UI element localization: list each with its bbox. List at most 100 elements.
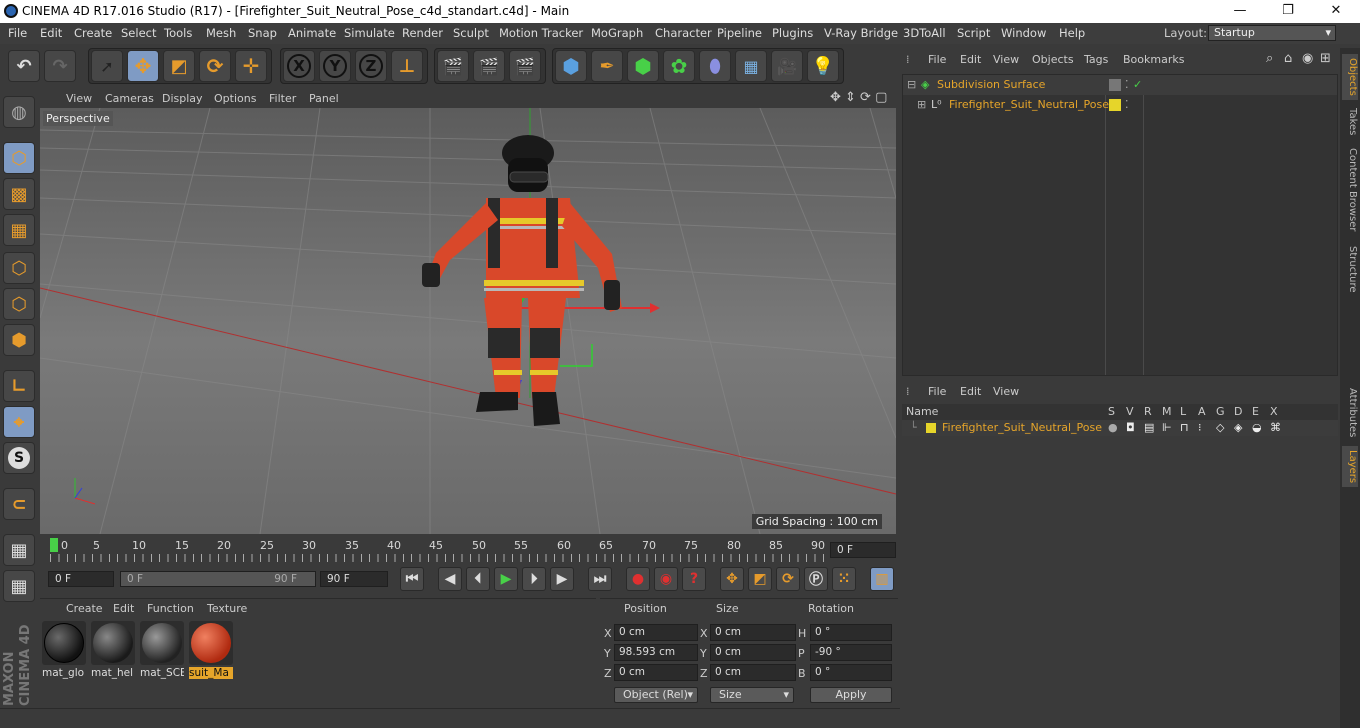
scale-tool-button[interactable]: ◩	[163, 50, 195, 82]
menu-simulate[interactable]: Simulate	[344, 26, 395, 40]
subdivision-surface-button[interactable]: ⬢	[627, 50, 659, 82]
end-frame-field[interactable]: 90 F	[320, 571, 388, 587]
previous-key-button[interactable]: ◀	[438, 567, 462, 591]
undo-button[interactable]: ↶	[8, 50, 40, 82]
material-swatch[interactable]	[42, 621, 86, 665]
tab-objects[interactable]: Objects	[1342, 54, 1358, 100]
layer-color-icon[interactable]	[1109, 99, 1121, 111]
tweak-mode-button[interactable]: ⌖	[3, 406, 35, 438]
texture-mode-button[interactable]: ▩	[3, 178, 35, 210]
xref-icon[interactable]: ⌘	[1270, 420, 1281, 436]
new-panel-icon[interactable]: ⊞	[1320, 51, 1331, 66]
viewport-menu-filter[interactable]: Filter	[269, 92, 296, 105]
make-editable-button[interactable]: ◍	[3, 96, 35, 128]
polygons-mode-button[interactable]: ⬢	[3, 324, 35, 356]
menu-3dtoall[interactable]: 3DToAll	[903, 26, 946, 40]
menu-plugins[interactable]: Plugins	[772, 26, 813, 40]
record-rotation-button[interactable]: ⟳	[776, 567, 800, 591]
layers-menu-edit[interactable]: Edit	[960, 385, 981, 398]
material-menu-texture[interactable]: Texture	[207, 602, 247, 615]
cube-object-button[interactable]: ⬢	[555, 50, 587, 82]
menu-mograph[interactable]: MoGraph	[591, 26, 643, 40]
camera-label[interactable]: Perspective	[43, 111, 113, 126]
layer-color-icon[interactable]	[1109, 79, 1121, 91]
menu-script[interactable]: Script	[957, 26, 990, 40]
deformer-button[interactable]: ⬮	[699, 50, 731, 82]
solo-button[interactable]: S	[3, 442, 35, 474]
menu-character[interactable]: Character	[655, 26, 712, 40]
menu-pipeline[interactable]: Pipeline	[717, 26, 762, 40]
object-name[interactable]: Subdivision Surface	[937, 75, 1045, 95]
viewport-menu-panel[interactable]: Panel	[309, 92, 339, 105]
menu-mesh[interactable]: Mesh	[206, 26, 236, 40]
menu-tools[interactable]: Tools	[164, 26, 192, 40]
timeline-window-button[interactable]: ▥	[870, 567, 894, 591]
snap-button[interactable]: ⊂	[3, 488, 35, 520]
rotation-p-field[interactable]: -90 °	[810, 644, 892, 661]
object-row-subdivision-surface[interactable]: ⊟ ◈ Subdivision Surface ⁚ ✓	[903, 75, 1337, 95]
solo-dot-icon[interactable]: ●	[1108, 420, 1118, 436]
objects-menu-bookmarks[interactable]: Bookmarks	[1123, 53, 1184, 66]
objects-menu-tags[interactable]: Tags	[1084, 53, 1108, 66]
position-z-field[interactable]: 0 cm	[614, 664, 698, 681]
search-icon[interactable]: ⌕	[1266, 51, 1273, 66]
menu-vray-bridge[interactable]: V-Ray Bridge	[824, 26, 898, 40]
restore-button[interactable]: ❐	[1268, 1, 1308, 21]
minimize-button[interactable]: —	[1220, 1, 1260, 21]
material-menu-function[interactable]: Function	[147, 602, 194, 615]
objects-menu-objects[interactable]: Objects	[1032, 53, 1074, 66]
record-position-button[interactable]: ✥	[720, 567, 744, 591]
position-y-field[interactable]: 98.593 cm	[614, 644, 698, 661]
menu-window[interactable]: Window	[1001, 26, 1046, 40]
keyframe-selection-button[interactable]: ?	[682, 567, 706, 591]
frame-range-slider[interactable]: 0 F 90 F	[120, 571, 316, 587]
size-y-field[interactable]: 0 cm	[710, 644, 796, 661]
x-axis-lock-button[interactable]: X	[283, 50, 315, 82]
previous-frame-button[interactable]: ⏴	[466, 567, 490, 591]
object-name[interactable]: Firefighter_Suit_Neutral_Pose	[949, 95, 1109, 115]
edges-mode-button[interactable]: ⬡	[3, 288, 35, 320]
model-mode-button[interactable]: ⬡	[3, 142, 35, 174]
visibility-dots-icon[interactable]: ⁚	[1125, 75, 1129, 95]
manager-icon[interactable]: ⊩	[1162, 420, 1172, 436]
start-frame-field[interactable]: 0 F	[48, 571, 114, 587]
next-frame-button[interactable]: ⏵	[522, 567, 546, 591]
light-object-button[interactable]: 💡	[807, 50, 839, 82]
record-pla-button[interactable]: ⁙	[832, 567, 856, 591]
next-key-button[interactable]: ▶	[550, 567, 574, 591]
generator-icon[interactable]: ◇	[1216, 420, 1224, 436]
material-swatch[interactable]	[91, 621, 135, 665]
menu-snap[interactable]: Snap	[248, 26, 277, 40]
expression-icon[interactable]: ◒	[1252, 420, 1262, 436]
render-picture-viewer-button[interactable]: 🎬	[473, 50, 505, 82]
record-scale-button[interactable]: ◩	[748, 567, 772, 591]
apply-button[interactable]: Apply	[810, 687, 892, 703]
workplane-mode-button[interactable]: ▦	[3, 214, 35, 246]
tab-structure[interactable]: Structure	[1342, 246, 1358, 293]
menu-create[interactable]: Create	[74, 26, 112, 40]
go-to-start-button[interactable]: ⏮	[400, 567, 424, 591]
close-button[interactable]: ✕	[1316, 1, 1356, 21]
layer-name[interactable]: Firefighter_Suit_Neutral_Pose	[942, 420, 1102, 436]
viewport-menu-cameras[interactable]: Cameras	[105, 92, 154, 105]
tree-collapse-icon[interactable]: ⊟	[907, 75, 916, 95]
autokeying-button[interactable]: ◉	[654, 567, 678, 591]
viewport-menu-display[interactable]: Display	[162, 92, 203, 105]
tab-content-browser[interactable]: Content Browser	[1342, 148, 1358, 231]
layer-row[interactable]: └ Firefighter_Suit_Neutral_Pose ● ◘ ▤ ⊩ …	[902, 420, 1338, 436]
rotation-h-field[interactable]: 0 °	[810, 624, 892, 641]
viewport-menu-options[interactable]: Options	[214, 92, 256, 105]
coordinate-system-button[interactable]: ⊥	[391, 50, 423, 82]
menu-edit[interactable]: Edit	[40, 26, 62, 40]
eye-icon[interactable]: ◉	[1302, 51, 1313, 66]
tab-takes[interactable]: Takes	[1342, 108, 1358, 135]
objects-menu-view[interactable]: View	[993, 53, 1019, 66]
move-tool-button[interactable]: ✥	[127, 50, 159, 82]
enable-axis-button[interactable]: ∟	[3, 370, 35, 402]
animation-icon[interactable]: ⁝	[1198, 420, 1202, 436]
menu-animate[interactable]: Animate	[288, 26, 336, 40]
redo-button[interactable]: ↷	[44, 50, 76, 82]
camera-object-button[interactable]: 🎥	[771, 50, 803, 82]
menu-motion-tracker[interactable]: Motion Tracker	[499, 26, 583, 40]
points-mode-button[interactable]: ⬡	[3, 252, 35, 284]
